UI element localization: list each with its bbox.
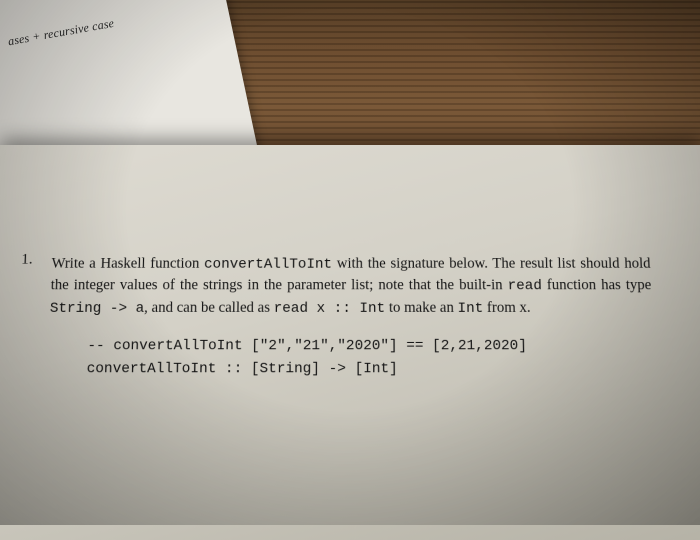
prompt-text: function has type: [542, 277, 652, 293]
main-paper-sheet: 1. Write a Haskell function convertAllTo…: [0, 145, 700, 540]
read-call-code: read x :: Int: [274, 300, 386, 317]
prompt-text: , and can be called as: [144, 299, 274, 316]
code-comment-line: -- convertAllToInt ["2","21","2020"] == …: [87, 338, 527, 355]
prompt-text: Write a Haskell function: [51, 255, 204, 271]
question-prompt: Write a Haskell function convertAllToInt…: [49, 253, 652, 319]
prompt-text: from x.: [483, 299, 531, 316]
int-code: Int: [457, 300, 483, 317]
function-name-code: convertAllToInt: [204, 256, 332, 272]
read-type-code: String -> a: [50, 300, 145, 317]
prompt-text: to make an: [385, 299, 457, 316]
read-fn-code: read: [507, 278, 542, 294]
back-paper-fragment-text: ases + recursive case: [7, 16, 115, 49]
code-block: -- convertAllToInt ["2","21","2020"] == …: [86, 336, 667, 381]
question-number-label: 1.: [21, 251, 33, 268]
code-signature-line: convertAllToInt :: [String] -> [Int]: [86, 360, 397, 377]
